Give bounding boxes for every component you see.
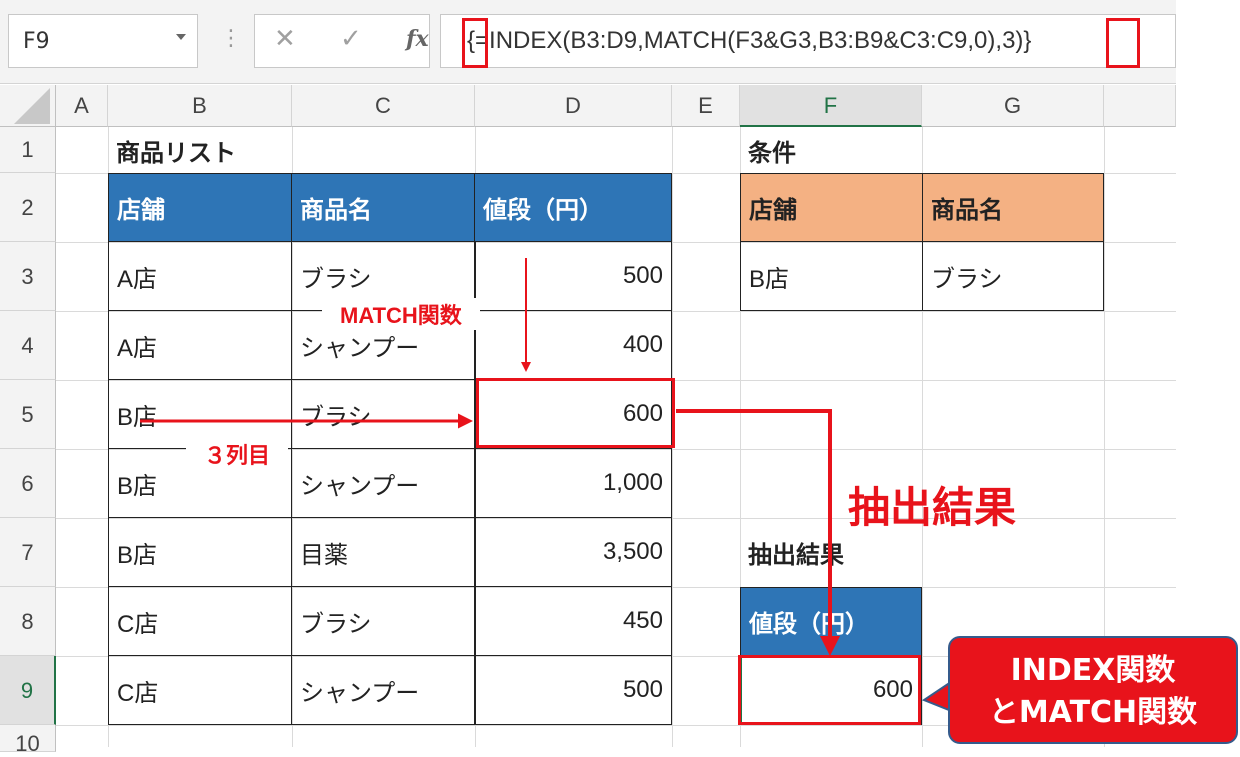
match-function-label: MATCH関数 (322, 298, 480, 330)
index-match-callout: INDEX関数 とMATCH関数 (948, 636, 1238, 744)
callout-line-2: とMATCH関数 (988, 695, 1198, 730)
extract-result-label: 抽出結果 (848, 483, 1017, 532)
third-column-label: ３列目 (186, 438, 289, 470)
callout-line-1: INDEX関数 (1010, 653, 1176, 688)
result-arrow (676, 409, 840, 656)
